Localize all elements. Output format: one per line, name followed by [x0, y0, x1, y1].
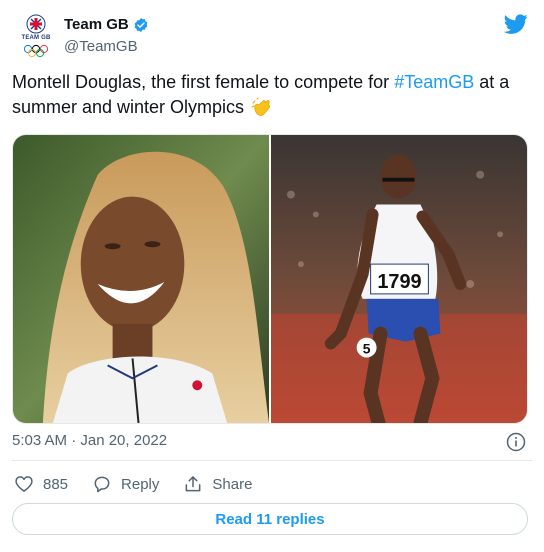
share-upload-icon [185, 476, 201, 492]
tweet-text-before: Montell Douglas, the first female to com… [12, 72, 395, 92]
tweet-actions: 885 Reply Share [14, 474, 276, 494]
bib-number: 1799 [377, 271, 421, 293]
team-gb-logo[interactable]: TEAM GB [18, 14, 54, 62]
tweet-header: TEAM GB Team GB @TeamGB [12, 10, 532, 62]
reply-label: Reply [121, 475, 160, 493]
display-name-text: Team GB [64, 16, 129, 33]
tweet-card: TEAM GB Team GB @TeamGB Montell Douglas,… [0, 0, 544, 552]
info-icon[interactable] [506, 432, 526, 452]
tweet-text: Montell Douglas, the first female to com… [12, 70, 532, 120]
tweet-timestamp[interactable]: 5:03 AM · Jan 20, 2022 [12, 432, 167, 449]
tweet-media[interactable]: 1799 5 [12, 134, 528, 424]
reply-bubble-icon [94, 476, 110, 493]
photo-sprinter[interactable]: 1799 5 [271, 135, 527, 423]
share-button[interactable]: Share [183, 474, 252, 494]
read-replies-button[interactable]: Read 11 replies [12, 503, 528, 535]
lane-number: 5 [363, 341, 371, 357]
olympic-rings-icon [23, 44, 49, 58]
portrait-image [13, 135, 269, 423]
account-handle[interactable]: @TeamGB [64, 38, 138, 55]
display-name[interactable]: Team GB [64, 16, 149, 33]
reply-button[interactable]: Reply [92, 474, 159, 494]
lion-crest-icon [26, 14, 46, 34]
logo-text: TEAM GB [21, 35, 51, 41]
share-label: Share [212, 475, 253, 493]
twitter-bird-icon[interactable] [504, 12, 528, 36]
hashtag-link[interactable]: #TeamGB [394, 72, 474, 92]
divider [12, 460, 532, 461]
like-count: 885 [43, 475, 69, 493]
clapping-hands-icon [251, 97, 271, 116]
heart-icon [15, 476, 33, 492]
verified-badge-icon [134, 17, 148, 32]
like-button[interactable]: 885 [14, 474, 68, 494]
sprinter-image: 1799 5 [271, 135, 527, 423]
photo-portrait[interactable] [13, 135, 269, 423]
